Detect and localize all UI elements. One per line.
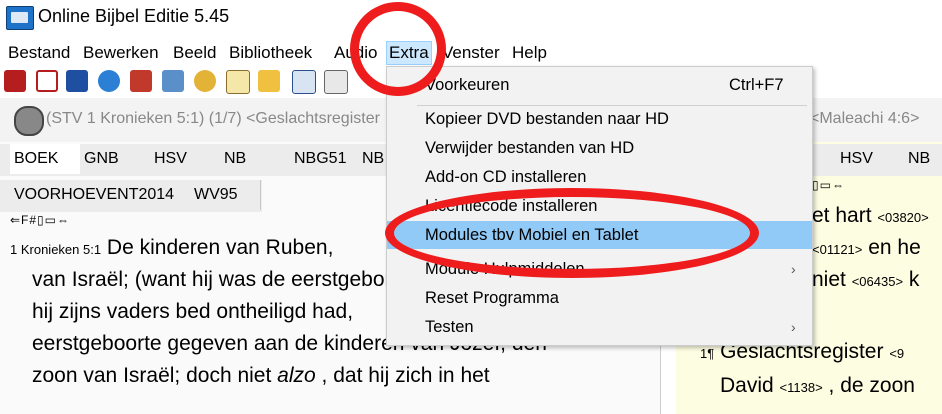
submenu-arrow-icon: › bbox=[791, 319, 796, 335]
verse-number[interactable]: 1¶ bbox=[700, 346, 714, 361]
menu-bibliotheek[interactable]: Bibliotheek bbox=[227, 42, 314, 64]
verse-text-segment: k bbox=[908, 268, 920, 291]
menu-item-addon-cd[interactable]: Add-on CD installeren bbox=[387, 163, 812, 191]
note-icon[interactable] bbox=[258, 70, 280, 92]
verse-text-segment: zoon van Israël; doch niet bbox=[32, 364, 272, 387]
right-verse-line-1: et hart <03820> bbox=[812, 200, 929, 234]
search-icon[interactable] bbox=[194, 70, 216, 92]
clipboard-icon[interactable] bbox=[226, 70, 250, 94]
menu-item-shortcut: Ctrl+F7 bbox=[729, 76, 784, 94]
submenu-arrow-icon: › bbox=[791, 261, 796, 277]
strong-number[interactable]: <01121> bbox=[812, 242, 862, 257]
globe-icon[interactable] bbox=[98, 70, 120, 92]
strong-number[interactable]: <06435> bbox=[852, 274, 903, 289]
right-verse-line-5: David <1138> , de zoon bbox=[720, 370, 915, 404]
menu-item-label: Reset Programma bbox=[425, 289, 559, 307]
annotation-circle-extra bbox=[350, 2, 446, 96]
menu-help[interactable]: Help bbox=[510, 42, 549, 64]
pane-mini-toolbar[interactable]: ⇐F#▯▭⇔ bbox=[10, 213, 70, 227]
verse-text-segment: De kinderen van Ruben, bbox=[106, 236, 334, 259]
verse-text-segment: et hart bbox=[812, 204, 872, 227]
menu-item-label: Kopieer DVD bestanden naar HD bbox=[425, 110, 669, 128]
strong-number[interactable]: <1138> bbox=[780, 380, 823, 395]
blue-book-icon[interactable] bbox=[66, 70, 88, 92]
menu-item-voorkeuren[interactable]: Voorkeuren Ctrl+F7 bbox=[387, 71, 812, 99]
strong-number[interactable]: <9 bbox=[889, 346, 904, 361]
page-icon[interactable] bbox=[36, 70, 58, 92]
strong-number[interactable]: <03820> bbox=[877, 210, 928, 225]
verse-text-segment: , dat hij zich in het bbox=[321, 364, 490, 387]
translation-tabs-row-2: VOORHOEVENT2014 WV95 bbox=[0, 180, 262, 212]
right-verse-line-3: niet <06435> k bbox=[812, 264, 919, 298]
verse-line-1: 1 Kronieken 5:1 De kinderen van Ruben, bbox=[10, 232, 333, 266]
annotation-ellipse-modules bbox=[385, 188, 759, 278]
passage-reference: (STV 1 Kronieken 5:1) (1/7) <Geslachtsre… bbox=[46, 110, 380, 127]
tab-gnb[interactable]: GNB bbox=[80, 144, 151, 174]
tab-nbg51[interactable]: NBG51 bbox=[290, 144, 359, 174]
tab-boek[interactable]: BOEK bbox=[10, 144, 81, 174]
menu-item-kopieer-dvd[interactable]: Kopieer DVD bestanden naar HD bbox=[387, 105, 812, 133]
verse-text-segment: , de zoon bbox=[828, 374, 915, 397]
red-book-icon[interactable] bbox=[130, 70, 152, 92]
menu-item-testen[interactable]: Testen › bbox=[387, 313, 812, 341]
bible-book-icon[interactable] bbox=[4, 70, 26, 92]
print-icon[interactable] bbox=[324, 70, 348, 94]
app-icon bbox=[6, 6, 34, 30]
window-title: Online Bijbel Editie 5.45 bbox=[38, 6, 230, 26]
menu-bewerken[interactable]: Bewerken bbox=[81, 42, 161, 64]
menu-item-reset-programma[interactable]: Reset Programma bbox=[387, 284, 812, 312]
verse-line-2: van Israël; (want hij was de eerstgebore… bbox=[32, 268, 421, 291]
right-pane-mini-toolbar[interactable]: ▯▭⇔ bbox=[812, 178, 845, 192]
speaker-icon[interactable] bbox=[14, 106, 44, 136]
tab-nb[interactable]: NB bbox=[220, 144, 291, 174]
edit-icon[interactable] bbox=[292, 70, 316, 94]
verse-text-segment: niet bbox=[812, 268, 846, 291]
italic-word: alzo bbox=[277, 364, 316, 387]
tab-voorhoevent2014[interactable]: VOORHOEVENT2014 bbox=[10, 180, 191, 210]
menu-bestand[interactable]: Bestand bbox=[6, 42, 72, 64]
menu-item-label: Verwijder bestanden van HD bbox=[425, 139, 635, 157]
menu-item-verwijder-bestanden[interactable]: Verwijder bestanden van HD bbox=[387, 134, 812, 162]
verse-text-segment: en he bbox=[868, 236, 921, 259]
menu-bar: Bestand Bewerken Beeld Bibliotheek Audio… bbox=[0, 38, 942, 66]
title-bar: Online Bijbel Editie 5.45 bbox=[0, 0, 942, 36]
verse-line-3: hij zijns vaders bed ontheiligd had, bbox=[32, 300, 354, 323]
tab-wv95[interactable]: WV95 bbox=[190, 180, 261, 210]
tab-nb-right[interactable]: NB bbox=[904, 144, 942, 174]
verse-text-segment: David bbox=[720, 374, 774, 397]
menu-beeld[interactable]: Beeld bbox=[171, 42, 218, 64]
folder-icon[interactable] bbox=[162, 70, 184, 92]
menu-item-label: Testen bbox=[425, 318, 474, 336]
right-passage-reference: <Maleachi 4:6> bbox=[810, 110, 920, 127]
verse-line-5: zoon van Israël; doch niet alzo , dat hi… bbox=[32, 360, 490, 392]
menu-item-label: Add-on CD installeren bbox=[425, 168, 587, 186]
verse-reference[interactable]: 1 Kronieken 5:1 bbox=[10, 242, 101, 257]
menu-venster[interactable]: Venster bbox=[440, 42, 502, 64]
right-verse-line-2: <01121> en he bbox=[812, 232, 921, 266]
tab-hsv-right[interactable]: HSV bbox=[836, 144, 905, 174]
tab-hsv[interactable]: HSV bbox=[150, 144, 221, 174]
